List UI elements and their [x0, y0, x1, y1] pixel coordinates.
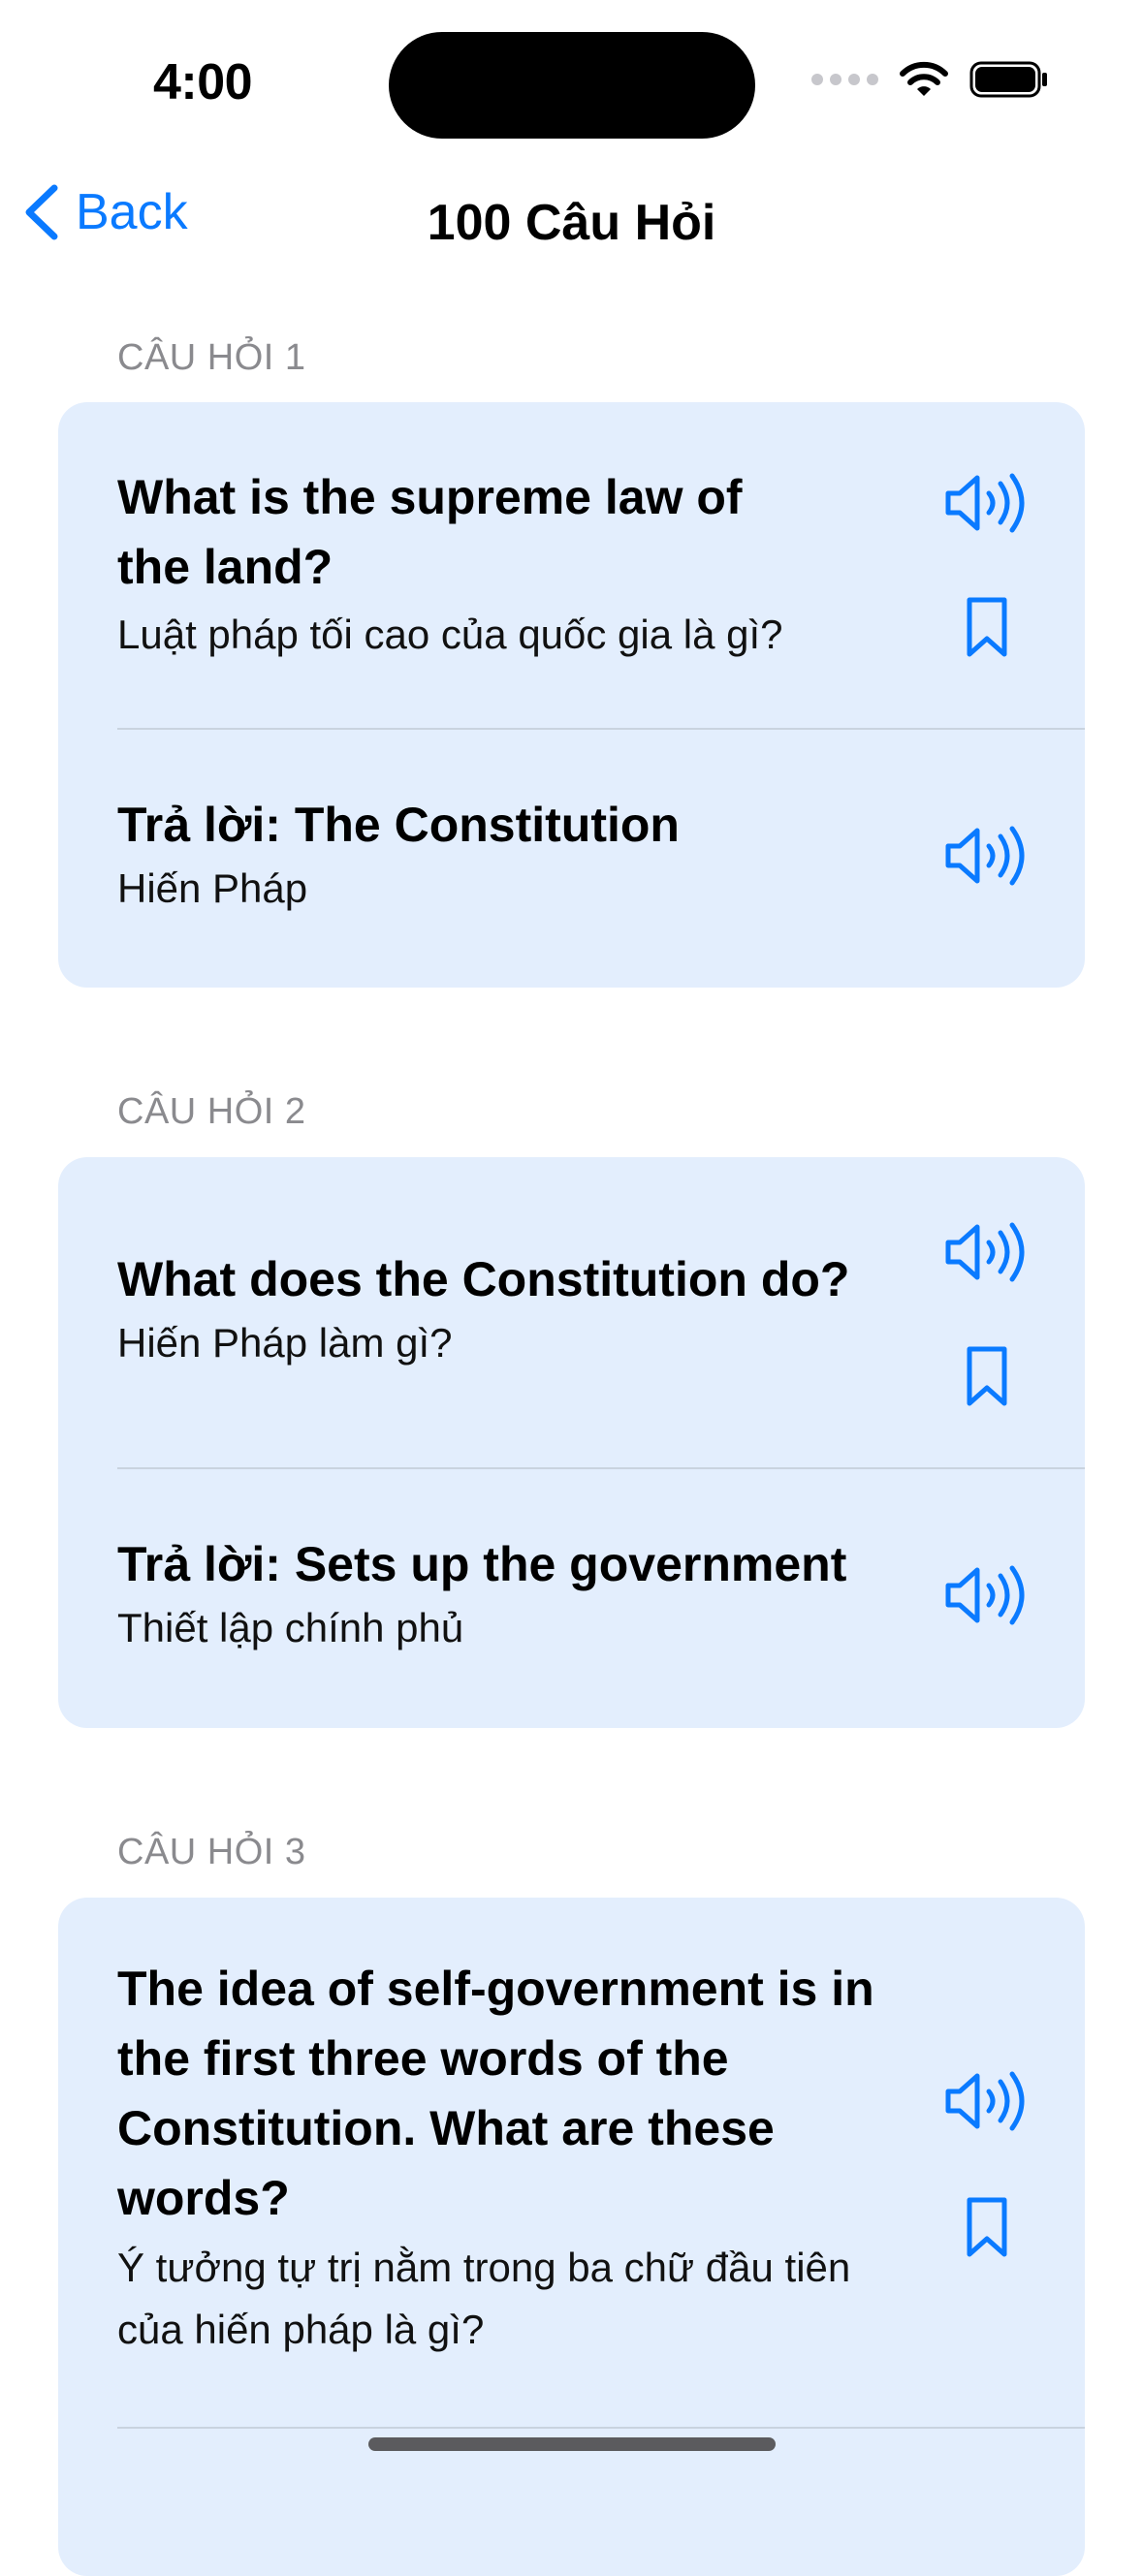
answer-english: Trả lời: The Constitution	[117, 798, 680, 852]
question-vietnamese: Luật pháp tối cao của quốc gia là gì?	[117, 612, 783, 657]
question-1-header: CÂU HỎI 1	[117, 337, 306, 378]
navigation-bar: Back 100 Câu Hỏi	[0, 165, 1143, 281]
answer-vietnamese: Thiết lập chính phủ	[117, 1605, 464, 1650]
question-row: The idea of self-government is in the fi…	[58, 1898, 1085, 2428]
question-2-header: CÂU HỎI 2	[117, 1091, 306, 1132]
bookmark-button[interactable]	[962, 1345, 1012, 1412]
bookmark-icon	[967, 1346, 1007, 1406]
question-3-card: The idea of self-government is in the fi…	[58, 1898, 1085, 2576]
bookmark-button[interactable]	[962, 2196, 1012, 2263]
question-2-card: What does the Constitution do? Hiến Pháp…	[58, 1157, 1085, 1728]
wifi-icon	[900, 61, 948, 96]
status-icons	[811, 60, 1049, 99]
bookmark-icon	[967, 2197, 1007, 2257]
speak-answer-button[interactable]	[944, 1564, 1030, 1631]
question-english: What does the Constitution do?	[117, 1252, 850, 1306]
divider	[117, 2427, 1085, 2429]
speak-question-button[interactable]	[944, 1221, 1030, 1288]
speak-question-button[interactable]	[944, 472, 1030, 539]
question-vietnamese: Ý tưởng tự trị nằm trong ba chữ đầu tiên…	[117, 2245, 851, 2352]
speaker-wave-icon	[945, 1565, 1025, 1625]
question-english: What is the supreme law of the land?	[117, 470, 743, 594]
speak-answer-button[interactable]	[944, 825, 1030, 892]
cellular-signal-icon	[811, 74, 878, 85]
home-indicator[interactable]	[368, 2437, 776, 2451]
dynamic-island	[389, 32, 755, 139]
question-vietnamese: Hiến Pháp làm gì?	[117, 1320, 453, 1366]
answer-row: Trả lời: The Constitution Hiến Pháp	[58, 730, 1085, 988]
speaker-wave-icon	[945, 826, 1025, 886]
bookmark-button[interactable]	[962, 596, 1012, 663]
speaker-wave-icon	[945, 2071, 1025, 2131]
question-1-card: What is the supreme law of the land? Luậ…	[58, 402, 1085, 988]
answer-vietnamese: Hiến Pháp	[117, 865, 308, 911]
speaker-wave-icon	[945, 473, 1025, 533]
question-3-header: CÂU HỎI 3	[117, 1832, 306, 1872]
status-time: 4:00	[153, 54, 253, 110]
page-title: 100 Câu Hỏi	[427, 195, 716, 251]
battery-icon	[969, 61, 1047, 98]
speak-question-button[interactable]	[944, 2070, 1030, 2137]
bookmark-icon	[967, 597, 1007, 657]
question-english: The idea of self-government is in the fi…	[117, 1962, 874, 2225]
answer-row: Trả lời: Sets up the government Thiết lậ…	[58, 1469, 1085, 1728]
status-bar: 4:00	[0, 0, 1143, 165]
question-row: What is the supreme law of the land? Luậ…	[58, 402, 1085, 729]
question-row: What does the Constitution do? Hiến Pháp…	[58, 1157, 1085, 1468]
answer-english: Trả lời: Sets up the government	[117, 1537, 847, 1591]
speaker-wave-icon	[945, 1222, 1025, 1282]
